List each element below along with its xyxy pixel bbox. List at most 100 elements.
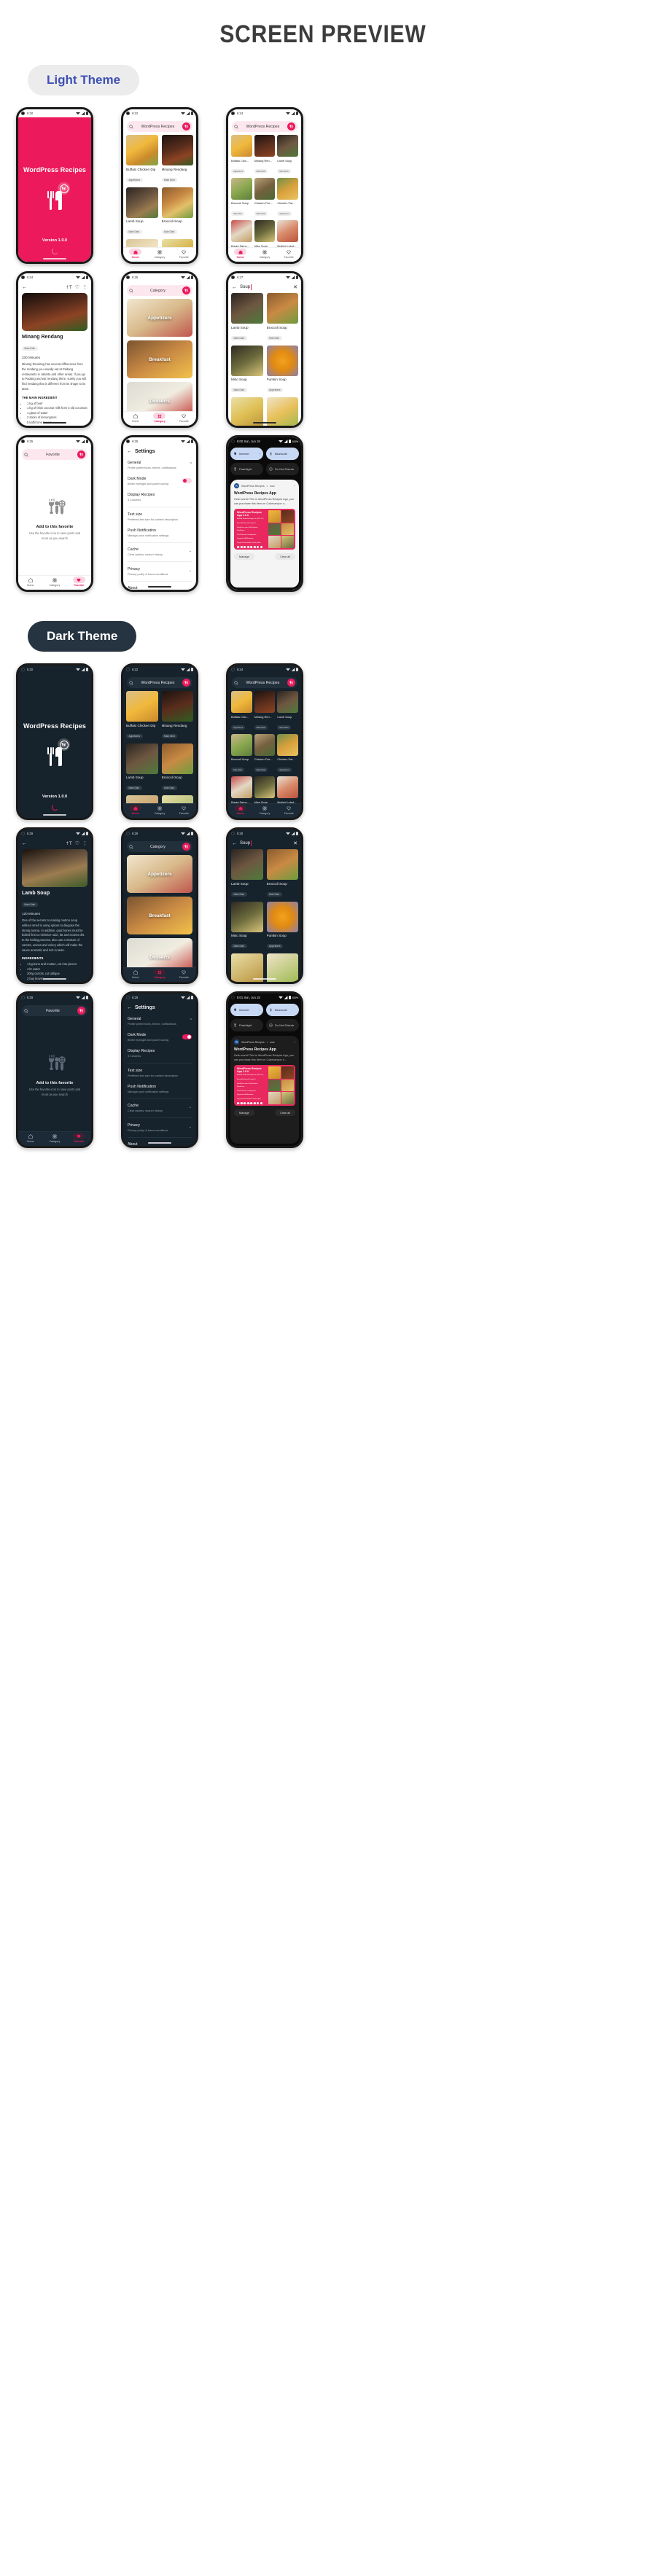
qs-tile-internet[interactable]: Internet › — [230, 1004, 263, 1016]
recipe-card[interactable]: Broiled Lobst...Main Dish — [277, 776, 298, 803]
arrow-left-icon[interactable]: ← — [22, 841, 27, 846]
settings-item-display-recipes[interactable]: Display Recipes 3 Columns — [128, 1045, 192, 1061]
arrow-left-icon[interactable]: ← — [127, 1005, 132, 1010]
recipe-card[interactable]: Broccoli Soup Side Dish — [161, 743, 193, 793]
nav-item-favorite[interactable]: Favorite — [178, 413, 190, 423]
search-bar[interactable]: Category — [127, 285, 192, 296]
arrow-left-icon[interactable]: ← — [232, 841, 237, 846]
qs-tile-flashlight[interactable]: Flashlight — [230, 463, 263, 475]
recipe-card[interactable]: Miso SoupMain Dish — [254, 220, 276, 247]
nav-item-favorite[interactable]: Favorite — [283, 805, 295, 815]
app-logo-icon[interactable] — [287, 679, 295, 687]
chevron-up-icon[interactable]: ^ — [294, 1041, 295, 1044]
chevron-down-icon[interactable]: ⌄ — [189, 549, 192, 553]
qs-tile-internet[interactable]: Internet › — [230, 448, 263, 460]
recipe-card[interactable]: Buffalo Chicken Dip Appetizers — [126, 135, 158, 184]
nav-item-category[interactable]: Category — [258, 249, 271, 259]
recipe-card[interactable]: Buffalo Chic... Appetizers — [231, 135, 252, 176]
settings-item-privacy[interactable]: Privacy Privacy policy & terms condition… — [128, 1120, 192, 1136]
recipe-card[interactable]: Broiled Lobst...Main Dish — [277, 220, 298, 247]
app-logo-icon[interactable] — [77, 1007, 85, 1015]
dark-mode-toggle[interactable] — [182, 478, 192, 483]
recipe-card[interactable]: Buffalo Chic... Appetizers — [231, 691, 252, 732]
nav-item-category[interactable]: Category — [153, 413, 166, 423]
nav-item-home[interactable]: Home — [234, 805, 247, 815]
notification-card[interactable]: W WordPress Recipes • now ^ WordPress Re… — [230, 1036, 299, 1144]
nav-item-category[interactable]: Category — [153, 249, 166, 259]
more-vertical-icon[interactable]: ⋮ — [82, 284, 87, 290]
notification-card[interactable]: W WordPress Recipes • now ^ WordPress Re… — [230, 480, 299, 588]
heart-outline-icon[interactable]: ♡ — [75, 840, 79, 846]
text-size-icon[interactable]: ⇡T — [66, 285, 72, 290]
qs-tile-do-not-disturb[interactable]: Do Not Disturb — [266, 463, 299, 475]
nav-item-category[interactable]: Category — [153, 805, 166, 815]
qs-tile-bluetooth[interactable]: Bluetooth — [266, 1004, 299, 1016]
recipe-card[interactable]: Pumkin Soup Appetizers — [266, 345, 298, 395]
close-icon[interactable]: ✕ — [293, 284, 297, 290]
text-size-icon[interactable]: ⇡T — [66, 841, 72, 846]
recipe-card[interactable]: Minang Ren... Main Dish — [254, 691, 276, 732]
chevron-up-icon[interactable]: ^ — [190, 462, 192, 467]
settings-item-push-notification[interactable]: Push Notification Manage push notificati… — [128, 1081, 192, 1097]
settings-item-push-notification[interactable]: Push Notification Manage push notificati… — [128, 525, 192, 541]
recipe-card[interactable]: Lamb Soup Main Dish — [277, 691, 298, 732]
settings-item-general[interactable]: General Profile preferences, theme, noti… — [128, 457, 192, 473]
recipe-card[interactable]: Minang Rendang Main Dish — [161, 691, 193, 741]
recipe-card[interactable]: Lamb Soup Main Dish — [231, 849, 263, 899]
heart-outline-icon[interactable]: ♡ — [75, 284, 79, 290]
recipe-card[interactable] — [161, 795, 193, 803]
recipe-card[interactable]: Buffalo Chicken Dip Appetizers — [126, 691, 158, 741]
more-vertical-icon[interactable]: ⋮ — [82, 840, 87, 846]
recipe-card[interactable]: Lamb Soup Main Dish — [126, 743, 158, 793]
nav-item-home[interactable]: Home — [129, 805, 142, 815]
nav-item-favorite[interactable]: Favorite — [178, 969, 190, 979]
app-logo-icon[interactable] — [287, 122, 295, 130]
qs-tile-do-not-disturb[interactable]: Do Not Disturb — [266, 1019, 299, 1031]
search-input[interactable]: WordPress Recipes — [238, 125, 287, 129]
manage-button[interactable]: Manage — [234, 553, 254, 561]
search-query[interactable]: Soup — [240, 285, 250, 289]
recipe-card[interactable]: Lamb Soup Main Dish — [231, 293, 263, 343]
nav-item-home[interactable]: Home — [129, 969, 141, 979]
nav-item-category[interactable]: Category — [258, 805, 271, 815]
category-card[interactable]: Breakfast — [127, 897, 192, 934]
search-bar[interactable]: WordPress Recipes — [127, 677, 192, 688]
nav-item-home[interactable]: Home — [234, 249, 247, 259]
recipe-card[interactable]: Bread Samo...Appetizers — [231, 776, 252, 803]
nav-item-favorite[interactable]: Favorite — [72, 577, 85, 587]
search-input[interactable]: WordPress Recipes — [238, 681, 287, 685]
arrow-left-icon[interactable]: ← — [127, 449, 132, 454]
settings-item-privacy[interactable]: Privacy Privacy policy & terms condition… — [128, 563, 192, 579]
search-input[interactable]: WordPress Recipes — [133, 681, 182, 685]
app-logo-icon[interactable] — [182, 122, 190, 130]
search-bar[interactable]: WordPress Recipes — [127, 121, 192, 132]
settings-item-dark-mode[interactable]: Dark Mode Better eyesight and power savi… — [128, 473, 192, 489]
category-card[interactable]: Appetizers — [127, 299, 192, 337]
search-bar[interactable]: Category — [127, 841, 192, 852]
recipe-card[interactable]: Chicken Par... Appetizers — [277, 177, 298, 219]
recipe-card[interactable]: Bread Samo...Appetizers — [231, 220, 252, 247]
recipe-card[interactable]: Lamb Soup Main Dish — [277, 135, 298, 176]
qs-tile-flashlight[interactable]: Flashlight — [230, 1019, 263, 1031]
chevron-up-icon[interactable]: ^ — [294, 485, 295, 488]
recipe-card[interactable]: Minang Ren... Main Dish — [254, 135, 276, 176]
recipe-card[interactable]: Chicken Frie... Main Dish — [254, 177, 276, 219]
search-input[interactable]: Category — [133, 845, 182, 849]
arrow-left-icon[interactable]: ← — [22, 285, 27, 290]
search-input[interactable]: Favorite — [28, 1009, 77, 1013]
nav-item-home[interactable]: Home — [24, 577, 36, 587]
nav-item-category[interactable]: Category — [48, 1133, 61, 1143]
recipe-card[interactable] — [126, 795, 158, 803]
recipe-card[interactable]: Miso SoupMain Dish — [254, 776, 276, 803]
arrow-left-icon[interactable]: ← — [232, 285, 237, 290]
nav-item-favorite[interactable]: Favorite — [178, 249, 190, 259]
nav-item-home[interactable]: Home — [129, 249, 142, 259]
recipe-card[interactable] — [161, 239, 193, 247]
chevron-up-icon[interactable]: ^ — [190, 1018, 192, 1023]
recipe-card[interactable] — [126, 239, 158, 247]
search-bar[interactable]: Favorite — [22, 449, 87, 460]
manage-button[interactable]: Manage — [234, 1109, 254, 1117]
settings-item-text-size[interactable]: Text size Preffered text size for conten… — [128, 509, 192, 525]
close-icon[interactable]: ✕ — [293, 840, 297, 846]
recipe-card[interactable]: Broccoli Soup Side Dish — [231, 177, 252, 219]
